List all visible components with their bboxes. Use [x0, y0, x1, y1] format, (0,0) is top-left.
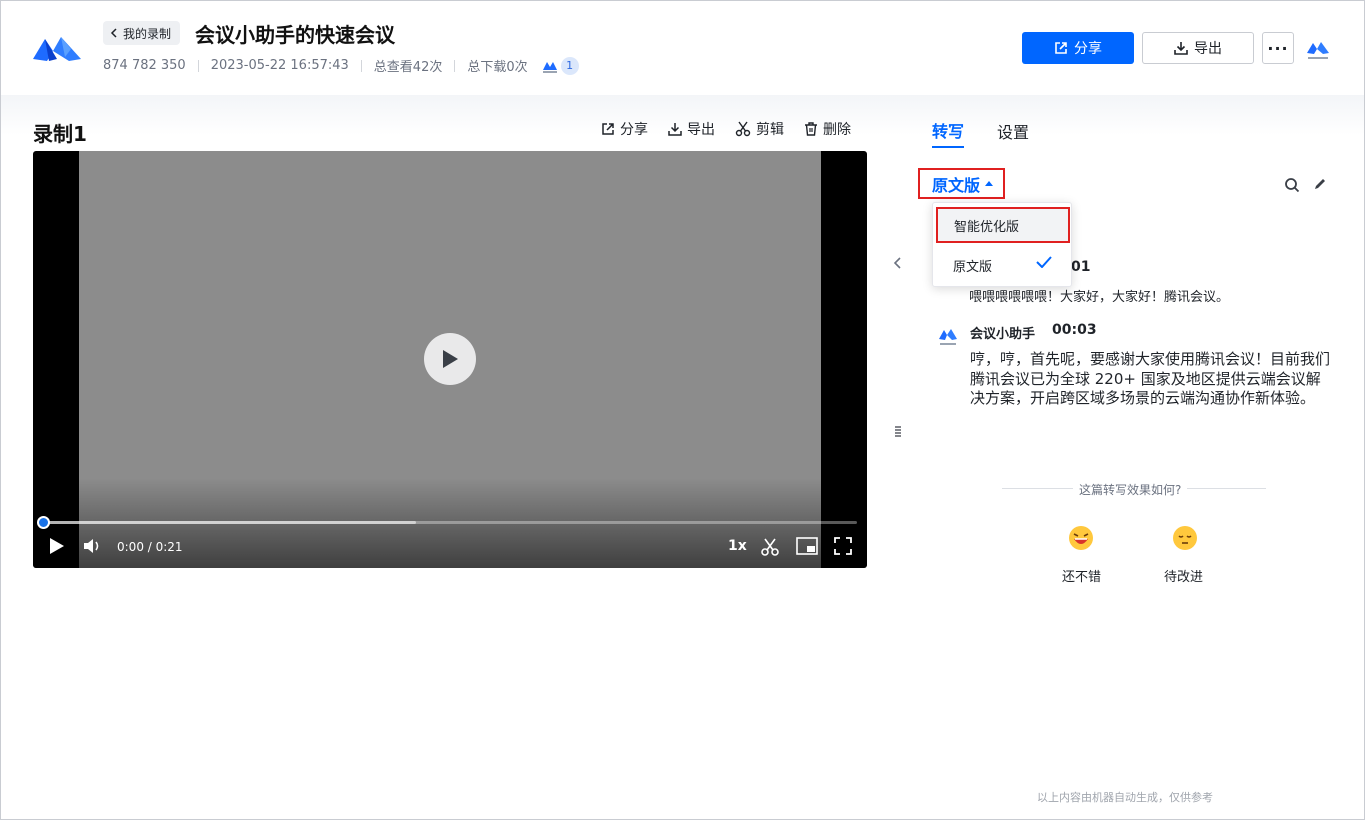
export-label: 导出 [1194, 41, 1222, 57]
app-logo [31, 31, 83, 65]
view-count: 总查看42次 [373, 60, 443, 75]
panel-resize-handle[interactable] [894, 425, 902, 439]
transcript-text[interactable]: 喂喂喂喂喂喂！大家好，大家好！腾讯会议。 [969, 286, 1229, 305]
progress-buffered [43, 521, 416, 524]
meeting-id: 874 782 350 [103, 58, 186, 73]
pencil-icon [1315, 179, 1325, 189]
play-button[interactable] [49, 537, 65, 555]
playback-time: 0:00 / 0:21 [117, 540, 183, 554]
share-icon [1055, 42, 1067, 54]
scissors-icon [761, 538, 779, 556]
back-to-my-recordings-button[interactable]: 我的录制 [103, 21, 181, 45]
play-icon [443, 350, 458, 368]
volume-button[interactable] [83, 537, 103, 555]
divider [454, 59, 456, 72]
feedback-bad-label: 待改进 [1164, 570, 1204, 585]
share-label: 分享 [1074, 41, 1102, 57]
edit-button[interactable] [1313, 177, 1327, 191]
play-overlay-button[interactable] [424, 333, 476, 385]
export-button[interactable]: 导出 [1142, 32, 1254, 64]
disclaimer-note: 以上内容由机器自动生成，仅供参考 [1037, 791, 1213, 804]
share-button[interactable]: 分享 [1022, 32, 1134, 64]
transcript-text[interactable]: 哼，哼，首先呢，要感谢大家使用腾讯会议！目前我们腾讯会议已为全球 220+ 国家… [970, 350, 1330, 409]
caret-up-icon [985, 181, 994, 186]
active-tab-indicator [932, 146, 964, 148]
recording-title: 录制1 [33, 122, 87, 146]
transcript-version-select[interactable]: 原文版 [918, 168, 1005, 199]
download-icon [668, 123, 682, 136]
play-icon [50, 538, 64, 554]
clip-button[interactable] [760, 537, 780, 557]
picture-in-picture-button[interactable] [796, 537, 818, 555]
tool-label: 导出 [687, 122, 715, 138]
version-selected-label: 原文版 [932, 175, 981, 195]
tab-transcript[interactable]: 转写 [932, 118, 964, 142]
trash-icon [805, 122, 817, 136]
fullscreen-button[interactable] [834, 537, 852, 555]
page-title: 会议小助手的快速会议 [195, 23, 395, 47]
download-icon [1174, 42, 1188, 55]
dropdown-option-smart-optimized[interactable]: 智能优化版 [936, 207, 1070, 243]
speaker-name: 会议小助手 [970, 327, 1036, 342]
tool-label: 分享 [620, 122, 648, 138]
search-icon [1285, 178, 1300, 193]
transcript-time: 00:03 [1052, 322, 1097, 338]
participant-avatar-icon[interactable] [542, 58, 558, 74]
collapse-panel-button[interactable] [892, 256, 904, 270]
progress-handle[interactable] [37, 516, 50, 529]
search-button[interactable] [1284, 177, 1300, 193]
check-icon [1036, 256, 1052, 268]
fullscreen-icon [834, 537, 852, 555]
playback-speed-button[interactable]: 1x [728, 538, 747, 554]
recording-edit-button[interactable]: 剪辑 [735, 119, 784, 139]
share-icon [602, 123, 614, 135]
feedback-good-label: 还不错 [1062, 570, 1102, 585]
chevron-left-icon [110, 28, 117, 38]
feedback-question: 这篇转写效果如何? [1073, 481, 1188, 498]
feedback-good-button[interactable] [1067, 524, 1095, 552]
back-label: 我的录制 [123, 26, 172, 41]
recording-share-button[interactable]: 分享 [601, 119, 648, 139]
meeting-meta: 874 782 350 2023-05-22 16:57:43 总查看42次 总… [103, 56, 579, 75]
transcript-time: 01 [1071, 259, 1091, 275]
laughing-emoji-icon [1069, 526, 1093, 550]
meeting-datetime: 2023-05-22 16:57:43 [210, 58, 349, 73]
pip-icon [796, 537, 818, 555]
speaker-avatar [936, 325, 960, 349]
progress-bar[interactable] [43, 521, 857, 524]
disappointed-emoji-icon [1173, 526, 1197, 550]
drag-handle-icon [895, 426, 901, 437]
scissors-icon [735, 121, 751, 137]
feedback-bad-button[interactable] [1171, 524, 1199, 552]
divider [197, 59, 199, 72]
tool-label: 剪辑 [756, 122, 784, 138]
tab-settings[interactable]: 设置 [997, 119, 1029, 143]
recording-export-button[interactable]: 导出 [668, 119, 715, 139]
video-player[interactable]: 0:00 / 0:21 1x [33, 151, 867, 568]
tencent-meeting-logo [1304, 37, 1332, 63]
version-dropdown-menu: 智能优化版 原文版 [932, 202, 1072, 287]
divider [360, 59, 362, 72]
volume-icon [84, 539, 99, 553]
participant-count-badge[interactable]: 1 [560, 56, 579, 75]
more-icon: ··· [1267, 38, 1289, 58]
tool-label: 删除 [823, 122, 851, 138]
recording-delete-button[interactable]: 删除 [804, 119, 851, 139]
download-count: 总下载0次 [467, 60, 528, 75]
more-options-button[interactable]: ··· [1262, 32, 1294, 64]
recording-toolbar: 分享 导出 剪辑 删除 [601, 119, 871, 139]
chevron-left-icon [893, 257, 901, 269]
